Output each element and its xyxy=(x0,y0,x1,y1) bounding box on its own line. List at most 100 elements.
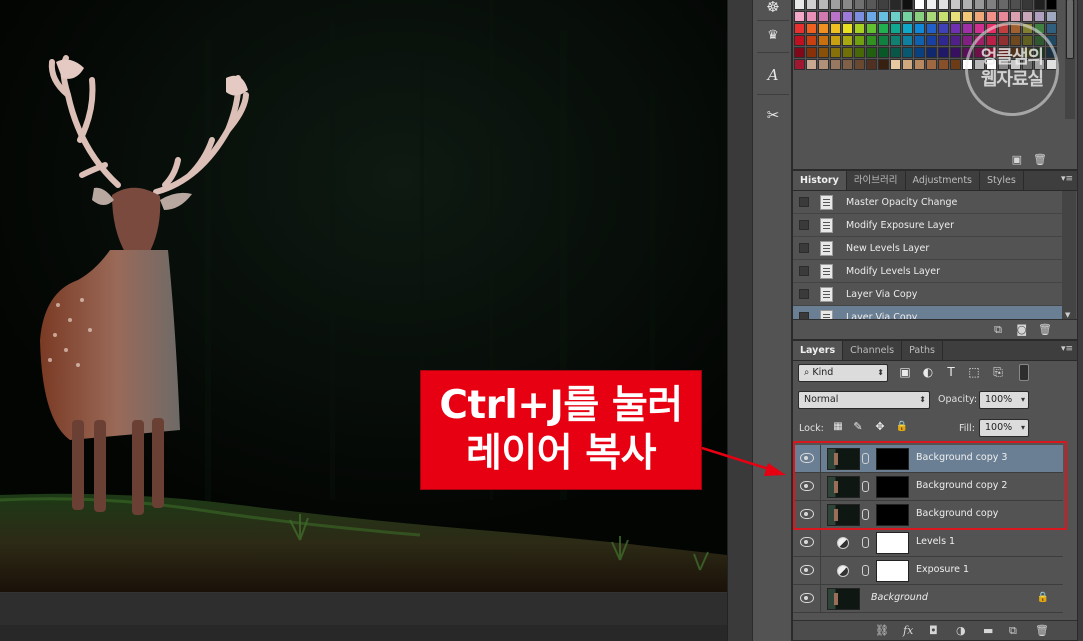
link-layers-icon[interactable]: ⛓ xyxy=(875,624,889,637)
color-swatch[interactable] xyxy=(806,35,817,46)
color-swatch[interactable] xyxy=(854,47,865,58)
new-adjustment-layer-icon[interactable]: ◑ xyxy=(956,624,966,637)
delete-state-icon[interactable]: 🗑 xyxy=(1038,323,1052,336)
opacity-field[interactable]: 100% ▾ xyxy=(979,391,1029,409)
color-swatch[interactable] xyxy=(914,0,925,10)
layer-mask-thumbnail[interactable] xyxy=(876,532,909,554)
panel-menu-icon[interactable]: ▾≡ xyxy=(1061,174,1073,184)
mask-link-icon[interactable] xyxy=(862,537,869,548)
history-state-row[interactable]: Modify Levels Layer xyxy=(793,260,1063,283)
color-swatch[interactable] xyxy=(794,35,805,46)
color-swatch[interactable] xyxy=(806,11,817,22)
color-swatch[interactable] xyxy=(830,35,841,46)
color-swatch[interactable] xyxy=(938,0,949,10)
delete-layer-icon[interactable]: 🗑 xyxy=(1035,624,1049,637)
delete-swatch-icon[interactable]: 🗑 xyxy=(1033,153,1047,166)
color-swatch[interactable] xyxy=(842,0,853,10)
color-swatch[interactable] xyxy=(938,23,949,34)
history-state-row[interactable]: New Levels Layer xyxy=(793,237,1063,260)
color-swatch[interactable] xyxy=(1034,0,1045,10)
color-swatch[interactable] xyxy=(806,59,817,70)
history-state-row[interactable]: Master Opacity Change xyxy=(793,191,1063,214)
canvas-horizontal-scrollbar[interactable] xyxy=(0,592,727,641)
color-swatch[interactable] xyxy=(962,23,973,34)
color-swatch[interactable] xyxy=(794,0,805,10)
layer-filter-select[interactable]: ⌕ Kind ⬍ xyxy=(798,364,888,382)
layer-name[interactable]: Exposure 1 xyxy=(916,564,969,575)
lock-position-move-icon[interactable]: ✥ xyxy=(871,418,889,436)
color-swatch[interactable] xyxy=(878,35,889,46)
color-swatch[interactable] xyxy=(806,47,817,58)
history-brush-source-checkbox[interactable] xyxy=(799,243,809,253)
color-swatch[interactable] xyxy=(890,0,901,10)
color-swatch[interactable] xyxy=(794,59,805,70)
history-brush-source-checkbox[interactable] xyxy=(799,220,809,230)
tab-adjustments[interactable]: Adjustments xyxy=(906,171,981,190)
color-swatch[interactable] xyxy=(950,11,961,22)
new-group-folder-icon[interactable]: ▬ xyxy=(983,624,993,637)
color-swatch[interactable] xyxy=(1010,0,1021,10)
color-swatch[interactable] xyxy=(950,47,961,58)
lock-image-brush-icon[interactable]: ✎ xyxy=(849,418,867,436)
color-swatch[interactable] xyxy=(938,47,949,58)
color-swatch[interactable] xyxy=(842,11,853,22)
history-state-row[interactable]: Layer Via Copy xyxy=(793,306,1063,320)
color-swatch[interactable] xyxy=(938,59,949,70)
color-swatch[interactable] xyxy=(926,23,937,34)
color-swatch[interactable] xyxy=(902,11,913,22)
color-swatch[interactable] xyxy=(1010,11,1021,22)
tab-libraries[interactable]: 라이브러리 xyxy=(847,171,906,190)
layer-thumbnail[interactable] xyxy=(827,588,860,610)
color-swatch[interactable] xyxy=(890,47,901,58)
color-swatch[interactable] xyxy=(974,0,985,10)
color-swatch[interactable] xyxy=(914,59,925,70)
color-swatch[interactable] xyxy=(866,23,877,34)
character-icon[interactable]: A xyxy=(759,62,787,88)
color-swatch[interactable] xyxy=(830,11,841,22)
history-scrollbar[interactable]: ▼ xyxy=(1062,191,1076,320)
color-swatch[interactable] xyxy=(806,23,817,34)
color-swatch[interactable] xyxy=(1022,0,1033,10)
pixel-filter-icon[interactable]: ▣ xyxy=(896,363,914,381)
smart-object-filter-icon[interactable]: ⎘ xyxy=(989,363,1007,381)
chevron-down-icon[interactable]: ▾ xyxy=(1021,392,1025,408)
color-swatch[interactable] xyxy=(854,11,865,22)
color-swatch[interactable] xyxy=(974,11,985,22)
color-swatch[interactable] xyxy=(866,59,877,70)
color-swatch[interactable] xyxy=(962,0,973,10)
color-swatch[interactable] xyxy=(890,35,901,46)
color-swatch[interactable] xyxy=(806,0,817,10)
color-swatch[interactable] xyxy=(866,47,877,58)
color-swatch[interactable] xyxy=(854,59,865,70)
color-swatch[interactable] xyxy=(926,47,937,58)
color-swatch[interactable] xyxy=(926,11,937,22)
color-swatch[interactable] xyxy=(794,47,805,58)
color-swatch[interactable] xyxy=(890,11,901,22)
mask-link-icon[interactable] xyxy=(862,565,869,576)
color-swatch[interactable] xyxy=(950,23,961,34)
color-swatch[interactable] xyxy=(950,35,961,46)
color-swatch[interactable] xyxy=(818,0,829,10)
tab-styles[interactable]: Styles xyxy=(980,171,1024,190)
layer-row[interactable]: Levels 1 xyxy=(793,529,1063,557)
lock-all-icon[interactable]: 🔒 xyxy=(893,418,911,436)
color-swatch[interactable] xyxy=(818,11,829,22)
swatches-scrollbar[interactable] xyxy=(1065,0,1075,119)
lock-transparent-icon[interactable]: ▦ xyxy=(829,418,847,436)
color-swatch[interactable] xyxy=(830,59,841,70)
color-swatch[interactable] xyxy=(914,47,925,58)
color-swatch[interactable] xyxy=(998,0,1009,10)
color-swatch[interactable] xyxy=(962,11,973,22)
chevron-down-icon[interactable]: ▾ xyxy=(1021,420,1025,436)
tab-layers[interactable]: Layers xyxy=(793,341,844,360)
history-state-row[interactable]: Layer Via Copy xyxy=(793,283,1063,306)
visibility-eye-icon[interactable] xyxy=(800,593,814,603)
add-mask-icon[interactable]: ◘ xyxy=(929,624,938,637)
blend-mode-select[interactable]: Normal ⬍ xyxy=(798,391,930,409)
tab-history[interactable]: History xyxy=(793,171,847,190)
color-swatch[interactable] xyxy=(986,0,997,10)
layers-panel-menu-icon[interactable]: ▾≡ xyxy=(1061,344,1073,354)
color-swatch[interactable] xyxy=(914,35,925,46)
layer-name[interactable]: Background xyxy=(871,592,928,603)
history-brush-source-checkbox[interactable] xyxy=(799,197,809,207)
